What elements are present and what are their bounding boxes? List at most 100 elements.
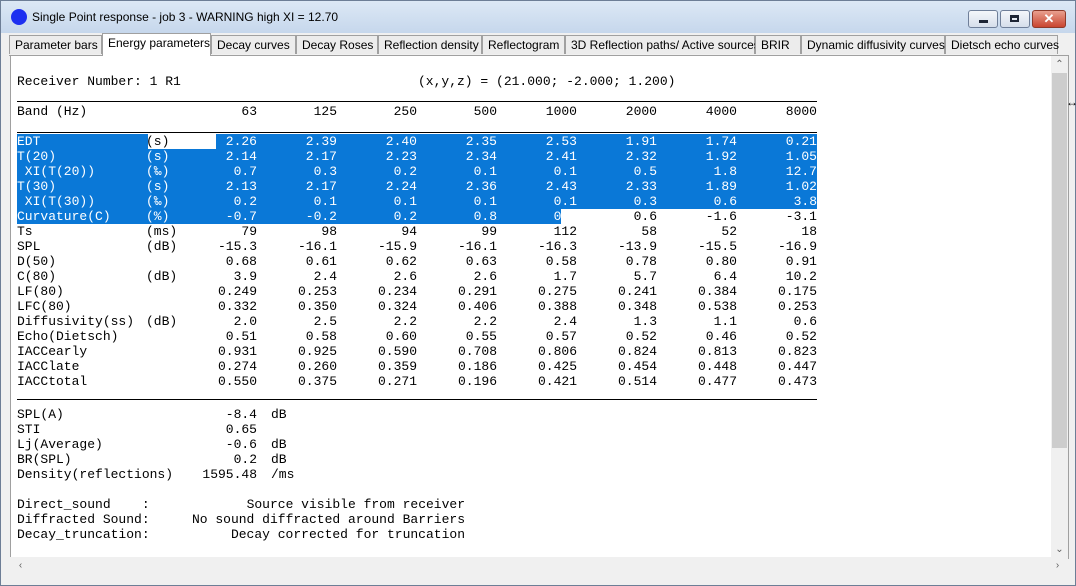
param-value: 2.17 (305, 179, 337, 194)
scroll-down-arrow[interactable]: ⌄ (1051, 541, 1068, 558)
note-label: Direct_sound : (17, 497, 150, 512)
param-value: 2.4 (313, 269, 337, 284)
param-value: 2.2 (393, 314, 417, 329)
vertical-scrollbar[interactable]: ⌃ ⌄ (1051, 56, 1068, 558)
resize-cursor: ↔ (1066, 95, 1076, 109)
title-bar[interactable]: Single Point response - job 3 - WARNING … (1, 1, 1075, 33)
param-value: 2.4 (553, 314, 577, 329)
scroll-left-arrow[interactable]: ‹ (12, 557, 29, 574)
scroll-up-arrow[interactable]: ⌃ (1051, 56, 1068, 73)
summary-label: Lj(Average) (17, 437, 103, 452)
tab-3d-reflection-paths-active-sources[interactable]: 3D Reflection paths/ Active sources (565, 35, 760, 54)
param-value: 6.4 (713, 269, 737, 284)
close-button[interactable]: ✕ (1032, 10, 1066, 28)
summary-value: 0.2 (233, 452, 257, 467)
param-value: 0.1 (553, 194, 577, 209)
param-value: 1.91 (625, 134, 657, 149)
param-value: 10.2 (785, 269, 817, 284)
band-freq-250: 250 (393, 104, 417, 119)
tab-dietsch-echo-curves[interactable]: Dietsch echo curves (945, 35, 1059, 54)
param-value: 0.196 (457, 374, 497, 389)
param-value: 2.17 (305, 149, 337, 164)
tab-dynamic-diffusivity-curves[interactable]: Dynamic diffusivity curves (801, 35, 945, 54)
param-name: Echo(Dietsch) (17, 329, 119, 344)
param-value: 2.2 (473, 314, 497, 329)
param-name: LFC(80) (17, 299, 72, 314)
param-value: 0.2 (393, 164, 417, 179)
param-value: 0.473 (777, 374, 817, 389)
param-value: 2.24 (385, 179, 417, 194)
param-value: 112 (553, 224, 577, 239)
note-text: Decay corrected for truncation (230, 527, 465, 542)
param-value: 0.241 (617, 284, 657, 299)
band-label: Band (Hz) (17, 104, 88, 119)
param-value: 0.9 (553, 209, 577, 224)
band-freq-500: 500 (473, 104, 497, 119)
param-value: 2.13 (225, 179, 257, 194)
param-value: 0.5 (633, 164, 657, 179)
param-value: 0.448 (697, 359, 737, 374)
app-icon[interactable] (11, 9, 27, 25)
param-value: 2.6 (393, 269, 417, 284)
tab-reflection-density[interactable]: Reflection density (378, 35, 482, 54)
param-value: 0.253 (297, 284, 337, 299)
tab-brir[interactable]: BRIR (755, 35, 801, 54)
param-name: IACClate (17, 359, 80, 374)
param-value: 0.91 (785, 254, 817, 269)
minimize-button[interactable] (968, 10, 998, 28)
param-value: 0.388 (537, 299, 577, 314)
param-value: 1.74 (705, 134, 737, 149)
param-value: 0.291 (457, 284, 497, 299)
param-value: 0.51 (225, 329, 257, 344)
scroll-right-arrow[interactable]: › (1049, 557, 1066, 574)
param-value: 0.813 (697, 344, 737, 359)
param-value: -15.9 (377, 239, 417, 254)
param-value: -0.2 (305, 209, 337, 224)
param-unit: (‰) (146, 164, 170, 179)
tab-decay-curves[interactable]: Decay curves (211, 35, 296, 54)
param-value: 0.275 (537, 284, 577, 299)
note-text: Source visible from receiver (246, 497, 465, 512)
summary-value: 1595.48 (202, 467, 257, 482)
param-unit: (‰) (146, 194, 170, 209)
band-freq-4000: 4000 (705, 104, 737, 119)
param-value: 99 (481, 224, 497, 239)
param-value: 1.8 (713, 164, 737, 179)
param-name: D(50) (17, 254, 57, 269)
vertical-scroll-thumb[interactable] (1052, 73, 1067, 448)
param-unit: (dB) (146, 269, 178, 284)
param-value: 0.931 (217, 344, 257, 359)
tab-decay-roses[interactable]: Decay Roses (296, 35, 378, 54)
param-value: 0.454 (617, 359, 657, 374)
param-value: 0.8 (473, 209, 497, 224)
param-value: 0.332 (217, 299, 257, 314)
tab-reflectogram[interactable]: Reflectogram (482, 35, 565, 54)
param-value: -15.5 (697, 239, 737, 254)
param-value: 0.425 (537, 359, 577, 374)
param-value: 2.33 (625, 179, 657, 194)
param-name: EDT (17, 134, 41, 149)
tab-energy-parameters[interactable]: Energy parameters (102, 33, 211, 56)
param-value: 0.375 (297, 374, 337, 389)
param-value: 0.447 (777, 359, 817, 374)
maximize-icon (1010, 15, 1019, 22)
param-value: 0.1 (313, 194, 337, 209)
param-value: 0.350 (297, 299, 337, 314)
tab-parameter-bars[interactable]: Parameter bars (9, 35, 102, 54)
param-name: Ts (17, 224, 33, 239)
maximize-button[interactable] (1000, 10, 1030, 28)
param-value: 0.63 (465, 254, 497, 269)
param-value: 79 (241, 224, 257, 239)
receiver-label: Receiver Number: 1 R1 (17, 74, 181, 89)
param-value: 0.260 (297, 359, 337, 374)
summary-unit: /ms (271, 467, 295, 482)
param-value: 0.234 (377, 284, 417, 299)
app-window: Single Point response - job 3 - WARNING … (0, 0, 1076, 586)
param-value: 0.274 (217, 359, 257, 374)
param-value: 2.23 (385, 149, 417, 164)
param-value: -16.9 (777, 239, 817, 254)
param-value: 0.324 (377, 299, 417, 314)
horizontal-scrollbar[interactable]: ‹ › (10, 557, 1068, 574)
param-value: 0.7 (233, 164, 257, 179)
param-name: IACCtotal (17, 374, 88, 389)
